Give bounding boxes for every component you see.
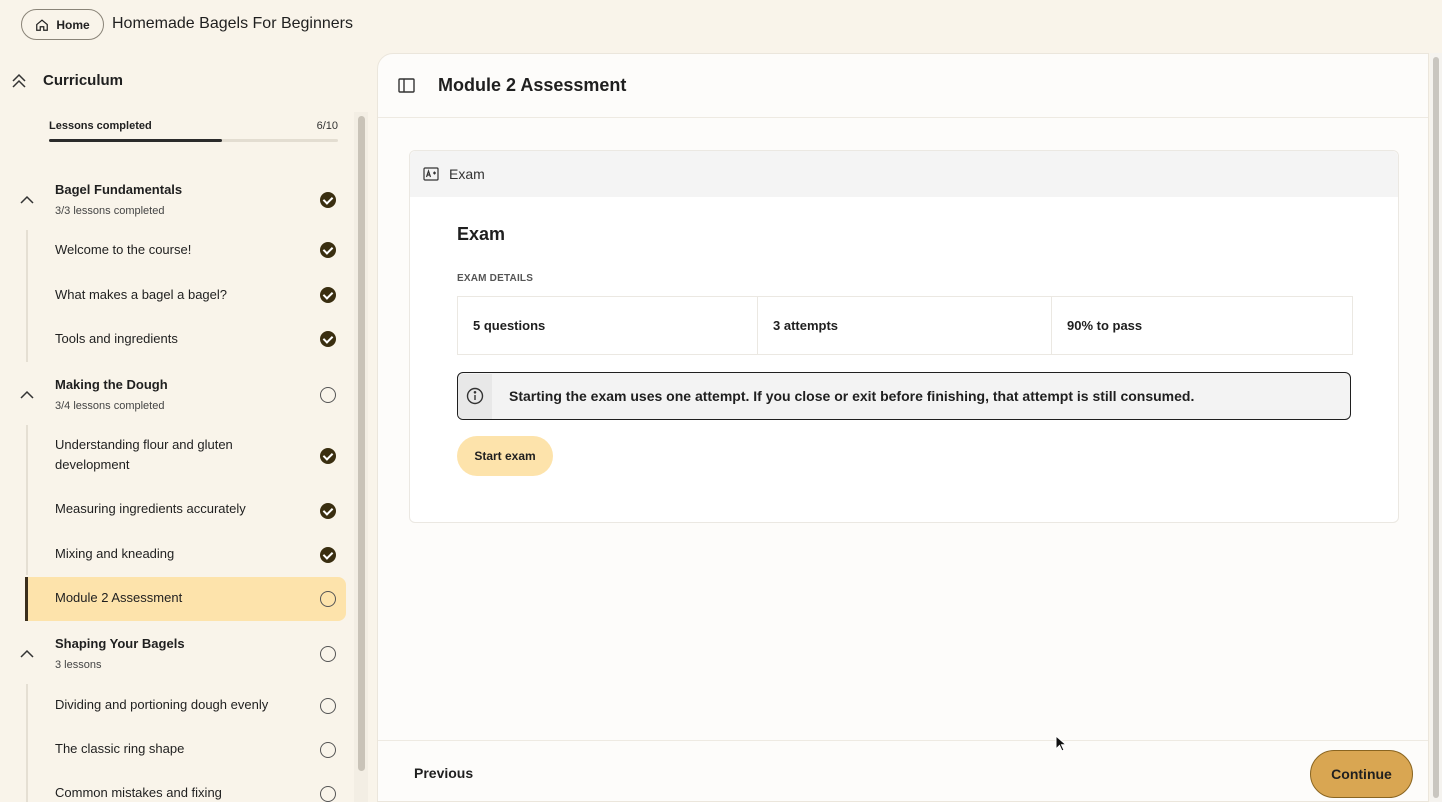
lesson-label: What makes a bagel a bagel? — [55, 287, 227, 302]
progress-label: Lessons completed — [49, 120, 152, 132]
lesson-footer: Previous Continue — [378, 740, 1428, 802]
curriculum-header[interactable]: Curriculum — [0, 68, 360, 94]
lesson-label: Understanding flour and gluten developme… — [55, 437, 233, 472]
mouse-cursor-icon — [1055, 735, 1067, 752]
check-circle-icon — [320, 503, 336, 519]
page-scrollbar[interactable] — [1430, 53, 1442, 802]
lesson-label: Mixing and kneading — [55, 546, 175, 561]
lesson-item-mixing[interactable]: Mixing and kneading — [25, 543, 346, 567]
home-button-label: Home — [56, 17, 90, 32]
check-circle-icon — [320, 287, 336, 303]
chevron-up-icon — [20, 195, 34, 204]
module-title: Shaping Your Bagels — [55, 636, 185, 651]
exam-card-label: Exam — [449, 166, 485, 182]
home-button[interactable]: Home — [21, 9, 104, 40]
lesson-item-dividing[interactable]: Dividing and portioning dough evenly — [25, 694, 346, 718]
chevron-up-icon — [20, 390, 34, 399]
empty-circle-icon — [320, 591, 336, 607]
module-title: Making the Dough — [55, 377, 168, 392]
check-circle-icon — [320, 242, 336, 258]
lesson-item-tools[interactable]: Tools and ingredients — [25, 327, 346, 351]
detail-attempts: 3 attempts — [757, 297, 1051, 354]
double-chevron-up-icon — [12, 73, 26, 88]
detail-questions: 5 questions — [473, 318, 546, 333]
progress-count: 6/10 — [316, 120, 338, 132]
lesson-header: Module 2 Assessment — [378, 54, 1428, 118]
lesson-item-ring-shape[interactable]: The classic ring shape — [25, 738, 346, 762]
check-circle-icon — [320, 448, 336, 464]
lesson-label: Tools and ingredients — [55, 331, 178, 346]
module-subtitle: 3/4 lessons completed — [55, 400, 165, 412]
top-bar: Home Homemade Bagels For Beginners — [0, 0, 1442, 52]
check-circle-icon — [320, 192, 336, 208]
check-circle-icon — [320, 331, 336, 347]
lesson-label: The classic ring shape — [55, 741, 185, 756]
notice-text: Starting the exam uses one attempt. If y… — [509, 388, 1195, 404]
empty-circle-icon — [320, 698, 336, 714]
lesson-label: Dividing and portioning dough evenly — [55, 697, 269, 712]
lesson-label: Measuring ingredients accurately — [55, 501, 246, 516]
sidebar-scrollbar-thumb[interactable] — [358, 116, 365, 771]
home-icon — [36, 18, 49, 31]
detail-pass-threshold: 90% to pass — [1051, 297, 1352, 354]
module-subtitle: 3/3 lessons completed — [55, 205, 165, 217]
start-exam-button[interactable]: Start exam — [457, 436, 553, 476]
exam-card: Exam Exam EXAM DETAILS 5 questions 3 att… — [409, 150, 1399, 523]
module-title: Bagel Fundamentals — [55, 182, 183, 197]
previous-button[interactable]: Previous — [414, 765, 473, 781]
lessons-progress: Lessons completed 6/10 — [49, 120, 338, 142]
sidebar-panel-icon[interactable] — [398, 78, 415, 93]
lesson-item-module-2-assessment[interactable]: Module 2 Assessment — [25, 577, 346, 621]
lesson-label: Common mistakes and fixing — [55, 785, 222, 800]
lesson-title: Module 2 Assessment — [438, 75, 627, 95]
exam-title: Exam — [457, 224, 506, 244]
exam-grade-icon — [423, 167, 439, 181]
exam-details-label: EXAM DETAILS — [457, 273, 534, 284]
lesson-item-measuring[interactable]: Measuring ingredients accurately — [25, 498, 346, 522]
progress-bar-track — [49, 139, 338, 142]
empty-circle-icon — [320, 742, 336, 758]
sidebar-scrollbar[interactable] — [354, 112, 368, 802]
lesson-item-flour-gluten[interactable]: Understanding flour and gluten developme… — [25, 434, 346, 478]
lesson-label: Welcome to the course! — [55, 242, 192, 257]
info-icon — [466, 387, 484, 405]
progress-bar-fill — [49, 139, 223, 142]
continue-button[interactable]: Continue — [1310, 750, 1413, 798]
notice-icon-box — [458, 373, 492, 419]
empty-circle-icon — [320, 786, 336, 802]
exam-details-grid: 5 questions 3 attempts 90% to pass — [457, 296, 1353, 355]
empty-circle-icon — [320, 646, 336, 662]
lesson-item-what-makes[interactable]: What makes a bagel a bagel? — [25, 283, 346, 307]
attempt-warning-notice: Starting the exam uses one attempt. If y… — [457, 372, 1351, 420]
lesson-item-common-mistakes[interactable]: Common mistakes and fixing — [25, 782, 346, 802]
exam-card-header: Exam — [410, 151, 1398, 197]
check-circle-icon — [320, 547, 336, 563]
course-title: Homemade Bagels For Beginners — [112, 15, 354, 32]
chevron-up-icon — [20, 649, 34, 658]
curriculum-sidebar: Curriculum Lessons completed 6/10 Bagel … — [0, 52, 368, 802]
lesson-label: Module 2 Assessment — [55, 590, 183, 605]
empty-circle-icon — [320, 387, 336, 403]
lesson-content-panel: Module 2 Assessment Exam Exam EXAM DETAI… — [377, 53, 1429, 802]
lesson-item-welcome[interactable]: Welcome to the course! — [25, 238, 346, 262]
page-scrollbar-thumb[interactable] — [1433, 57, 1439, 798]
module-subtitle: 3 lessons — [55, 659, 102, 671]
curriculum-label: Curriculum — [43, 72, 124, 89]
